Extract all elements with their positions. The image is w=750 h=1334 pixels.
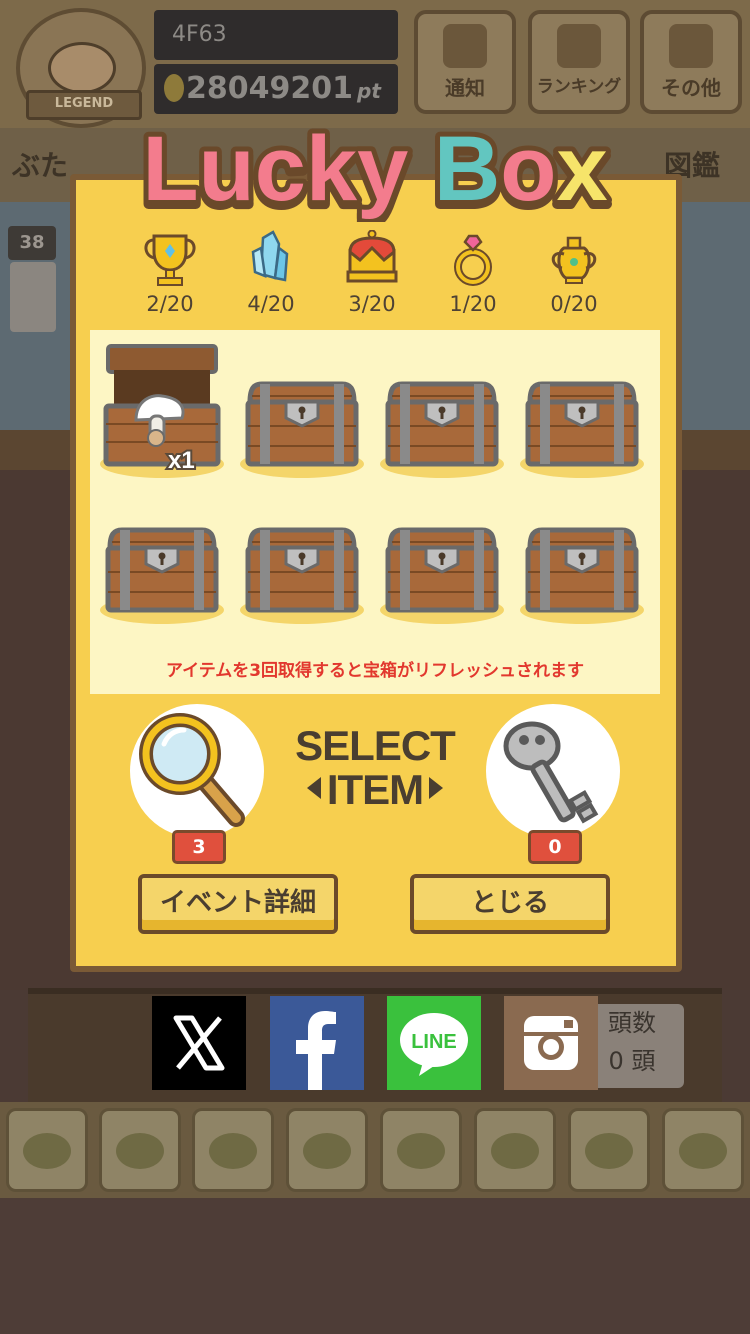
title-space: [408, 118, 434, 220]
magnifier-count: 3: [172, 830, 226, 864]
gear-icon: [669, 24, 713, 68]
acorn-icon: [491, 1133, 539, 1169]
instagram-share-button[interactable]: [504, 996, 598, 1090]
bell-icon: [443, 24, 487, 68]
ranking-button[interactable]: ランキング: [528, 10, 630, 114]
chest-1-open[interactable]: x1: [98, 340, 228, 480]
stat-ring: 1/20: [433, 230, 513, 316]
chest-5[interactable]: [98, 486, 228, 626]
crystal-count: 4/20: [247, 292, 295, 316]
food-slot-1[interactable]: [6, 1108, 88, 1192]
chest-2[interactable]: [238, 340, 368, 480]
trophy-count: 2/20: [146, 292, 194, 316]
magnifier-tool[interactable]: [130, 704, 264, 838]
other-label: その他: [661, 76, 721, 100]
close-button[interactable]: とじる: [410, 874, 610, 934]
chest-6[interactable]: [238, 486, 368, 626]
menu-left-label[interactable]: ぶた: [12, 144, 68, 184]
key-icon: [503, 721, 599, 824]
level-indicator: 38: [8, 226, 56, 260]
points-display: 28049201 pt: [154, 64, 398, 114]
corn-icon: [303, 1133, 351, 1169]
meatball-plate-icon: [679, 1133, 727, 1169]
stat-teapot: 0/20: [534, 230, 614, 316]
food-slot-4[interactable]: [286, 1108, 368, 1192]
refresh-notice: アイテムを3回取得すると宝箱がリフレッシュされます: [165, 661, 585, 681]
food-slot-2[interactable]: [99, 1108, 181, 1192]
trophy-icon: [144, 234, 196, 286]
reward-qty: x1: [168, 447, 195, 474]
title-box-b: B: [434, 118, 500, 220]
crown-count: 3/20: [348, 292, 396, 316]
stat-trophy: 2/20: [130, 230, 210, 316]
ring-icon: [454, 234, 492, 286]
crown-icon: [346, 230, 398, 283]
user-id: 4F63: [154, 10, 398, 60]
points-value: 28049201: [186, 71, 353, 106]
key-count: 0: [528, 830, 582, 864]
select-line2: ITEM: [326, 766, 424, 813]
magnifier-icon: [139, 713, 245, 827]
other-button[interactable]: その他: [640, 10, 742, 114]
chest-4[interactable]: [518, 340, 648, 480]
notification-label: 通知: [445, 76, 485, 100]
chest-7[interactable]: [378, 486, 508, 626]
crown-icon: [557, 24, 601, 68]
food-slot-3[interactable]: [192, 1108, 274, 1192]
legend-badge[interactable]: LEGEND: [16, 8, 146, 128]
instagram-icon: [524, 1016, 578, 1070]
grain-icon: [116, 1133, 164, 1169]
chest-8[interactable]: [518, 486, 648, 626]
sweet-potato-icon: [209, 1133, 257, 1169]
title-box-x: x: [556, 118, 607, 220]
facebook-share-button[interactable]: [270, 996, 364, 1090]
food-slot-5[interactable]: [380, 1108, 462, 1192]
event-details-button[interactable]: イベント詳細: [138, 874, 338, 934]
select-line1: SELECT: [295, 722, 456, 769]
select-item-label: SELECT ITEM: [290, 724, 460, 812]
x-share-button[interactable]: [152, 996, 246, 1090]
teapot-icon: [551, 236, 597, 284]
bottom-ground: [0, 1198, 750, 1334]
food-slot-8[interactable]: [662, 1108, 744, 1192]
title-lucky: Lucky: [142, 118, 408, 220]
teapot-count: 0/20: [550, 292, 598, 316]
food-slot-6[interactable]: [474, 1108, 556, 1192]
food-slot-7[interactable]: [568, 1108, 650, 1192]
title-box-o: o: [500, 118, 556, 220]
herb-icon: [397, 1133, 445, 1169]
modal-title: Lucky Box Lucky Box: [137, 113, 612, 222]
coin-icon: [164, 74, 184, 102]
grain-icon: [23, 1133, 71, 1169]
chest-3[interactable]: [378, 340, 508, 480]
points-unit: pt: [357, 79, 381, 103]
pig-avatar-icon: [48, 42, 116, 94]
stat-crystal: 4/20: [231, 230, 311, 316]
line-share-button[interactable]: LINE: [387, 996, 481, 1090]
select-line2-wrap: ITEM: [290, 768, 460, 812]
crystal-icon: [251, 230, 289, 282]
feed-plate-icon: [585, 1133, 633, 1169]
line-label: LINE: [411, 1031, 457, 1053]
collectible-stats: 2/20 4/20 3/20 1/20 0/20: [120, 230, 640, 326]
notification-button[interactable]: 通知: [414, 10, 516, 114]
ranking-label: ランキング: [536, 77, 622, 97]
title-fill: Lucky Box: [142, 118, 607, 220]
arrow-right-icon[interactable]: [429, 777, 444, 799]
ring-count: 1/20: [449, 292, 497, 316]
key-tool[interactable]: [486, 704, 620, 838]
arrow-left-icon[interactable]: [306, 777, 321, 799]
stat-crown: 3/20: [332, 230, 412, 316]
syringe-sign-icon[interactable]: [10, 262, 56, 332]
